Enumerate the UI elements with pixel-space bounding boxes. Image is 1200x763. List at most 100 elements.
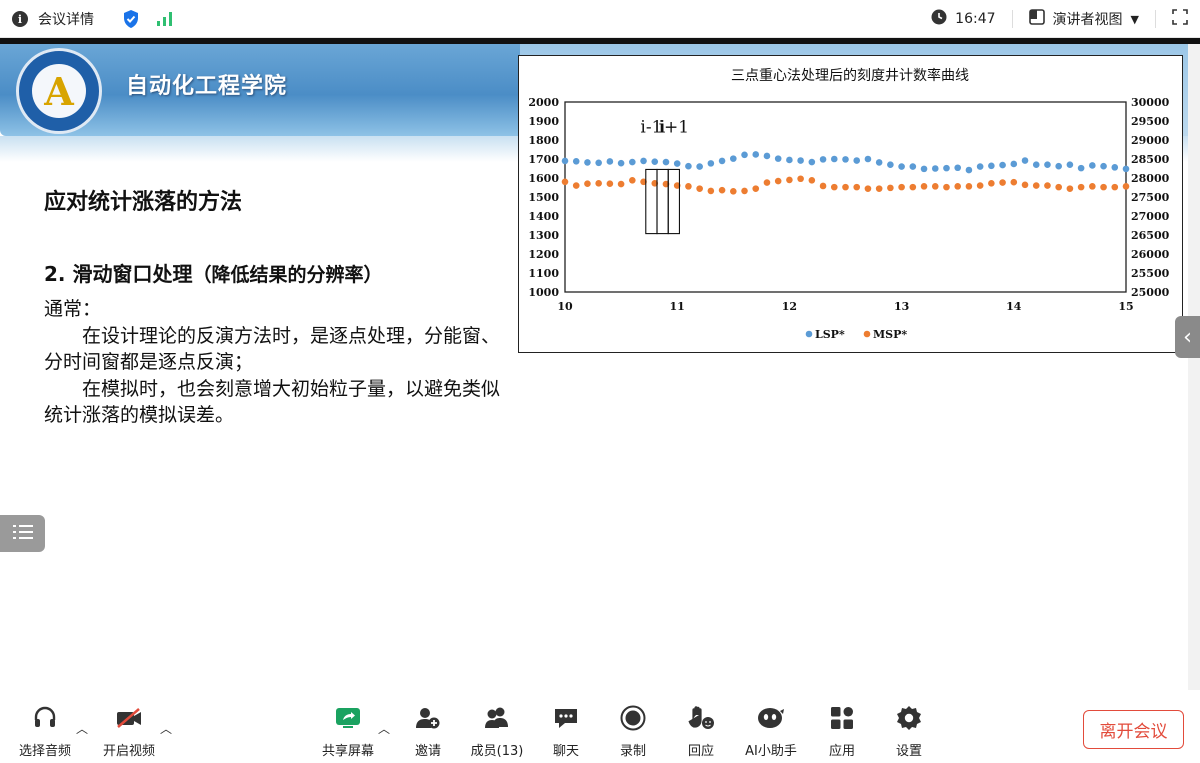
y2-tick-label: 25500 xyxy=(1131,267,1170,280)
lsp-point xyxy=(1077,164,1085,172)
settings-label: 设置 xyxy=(895,744,922,759)
x-tick-label: 11 xyxy=(670,300,685,313)
y-tick-label: 1500 xyxy=(528,191,559,204)
msp-point xyxy=(943,183,950,191)
msp-point xyxy=(584,180,591,187)
lsp-point xyxy=(1100,162,1107,170)
leave-meeting-button[interactable]: 离开会议 xyxy=(1083,710,1184,749)
lsp-point xyxy=(584,159,591,166)
video-options-caret[interactable]: ︿ xyxy=(160,720,172,737)
window-label: i+1 xyxy=(659,117,690,137)
share-screen-button[interactable]: 共享屏幕 xyxy=(318,690,378,763)
window-box xyxy=(656,168,669,235)
chat-label: 聊天 xyxy=(552,744,579,759)
x-tick-label: 14 xyxy=(1006,300,1022,313)
legend-label: MSP* xyxy=(873,328,907,341)
logo-letter: A xyxy=(32,64,86,118)
lsp-point xyxy=(1111,164,1119,171)
lsp-point xyxy=(931,165,939,172)
divider xyxy=(1155,10,1156,28)
msp-point xyxy=(1122,183,1130,190)
legend-marker xyxy=(805,330,813,338)
chevron-down-icon[interactable]: ▼ xyxy=(1131,13,1139,26)
ai-assistant-label: AI小助手 xyxy=(745,744,797,759)
clock-icon xyxy=(931,9,947,29)
y-tick-label: 1800 xyxy=(528,134,559,147)
info-icon[interactable]: i xyxy=(12,11,28,27)
lsp-point xyxy=(673,160,681,167)
msp-point xyxy=(1055,183,1062,191)
lsp-point xyxy=(741,151,748,159)
lsp-point xyxy=(561,157,569,165)
lsp-point xyxy=(965,166,973,174)
msp-point xyxy=(830,183,838,191)
audio-button[interactable]: 选择音频 xyxy=(14,690,76,763)
msp-point xyxy=(1021,181,1029,189)
msp-point xyxy=(920,183,928,190)
lsp-point xyxy=(875,159,883,166)
msp-point xyxy=(763,179,771,186)
chat-button[interactable]: 聊天 xyxy=(544,690,588,763)
msp-point xyxy=(685,183,692,190)
msp-point xyxy=(808,176,816,184)
presenter-view-icon[interactable] xyxy=(1028,9,1045,29)
ai-assistant-icon xyxy=(756,704,786,732)
lsp-point xyxy=(662,158,670,166)
msp-point xyxy=(1077,183,1085,191)
ai-assistant-button[interactable]: AI小助手 xyxy=(742,690,800,763)
video-label: 开启视频 xyxy=(102,744,155,759)
members-button[interactable]: 成员(13) xyxy=(466,690,528,763)
lsp-point xyxy=(651,158,659,165)
signal-icon[interactable] xyxy=(156,11,174,27)
lsp-point xyxy=(696,163,703,170)
lsp-point xyxy=(1010,160,1018,168)
y2-tick-label: 27000 xyxy=(1131,210,1170,223)
lsp-point xyxy=(830,155,838,163)
lsp-point xyxy=(954,164,961,172)
audio-options-caret[interactable]: ︿ xyxy=(76,720,88,737)
meeting-details-link[interactable]: 会议详情 xyxy=(38,9,94,29)
share-options-caret[interactable]: ︿ xyxy=(378,720,390,737)
chart-title: 三点重心法处理后的刻度井计数率曲线 xyxy=(731,67,969,84)
shared-slide: A 自动化工程学院 应对统计涨落的方法 2. 滑动窗口处理（降低结果的分辨率） … xyxy=(0,44,1188,690)
list-menu-button[interactable] xyxy=(0,515,45,552)
scrollbar[interactable] xyxy=(1188,44,1200,690)
lsp-point xyxy=(909,163,917,170)
members-label: 成员(13) xyxy=(470,744,524,759)
y-tick-label: 1700 xyxy=(528,153,559,166)
y2-tick-label: 27500 xyxy=(1131,191,1170,204)
lsp-point xyxy=(819,156,827,163)
gear-icon xyxy=(896,704,922,732)
apps-button[interactable]: 应用 xyxy=(820,690,864,763)
msp-point xyxy=(976,182,984,189)
msp-point xyxy=(797,175,804,183)
msp-point xyxy=(1010,178,1018,186)
record-icon xyxy=(620,704,646,732)
collapse-panel-button[interactable]: ‹ xyxy=(1175,316,1200,358)
fullscreen-icon[interactable] xyxy=(1172,9,1188,29)
lsp-point xyxy=(617,159,625,167)
slide-heading: 应对统计涨落的方法 xyxy=(44,190,243,215)
lsp-point xyxy=(797,157,804,164)
divider xyxy=(1011,10,1013,28)
lsp-point xyxy=(1021,157,1029,164)
lsp-point xyxy=(808,158,816,166)
msp-point xyxy=(1032,182,1040,189)
top-bar: i 会议详情 16:47 演讲者视图 ▼ xyxy=(0,0,1200,38)
y2-tick-label: 30000 xyxy=(1131,96,1170,109)
record-label: 录制 xyxy=(619,744,646,759)
shield-icon[interactable] xyxy=(122,9,140,29)
msp-point xyxy=(561,178,569,186)
view-mode-dropdown[interactable]: 演讲者视图 xyxy=(1053,9,1123,29)
lsp-point xyxy=(943,164,950,172)
react-button[interactable]: 回应 xyxy=(679,690,723,763)
msp-point xyxy=(853,183,861,191)
msp-point xyxy=(786,176,793,184)
video-button[interactable]: 开启视频 xyxy=(98,690,160,763)
add-user-icon xyxy=(415,704,441,732)
settings-button[interactable]: 设置 xyxy=(887,690,931,763)
invite-button[interactable]: 邀请 xyxy=(406,690,450,763)
lsp-point xyxy=(685,162,692,170)
record-button[interactable]: 录制 xyxy=(611,690,655,763)
msp-point xyxy=(774,177,782,185)
